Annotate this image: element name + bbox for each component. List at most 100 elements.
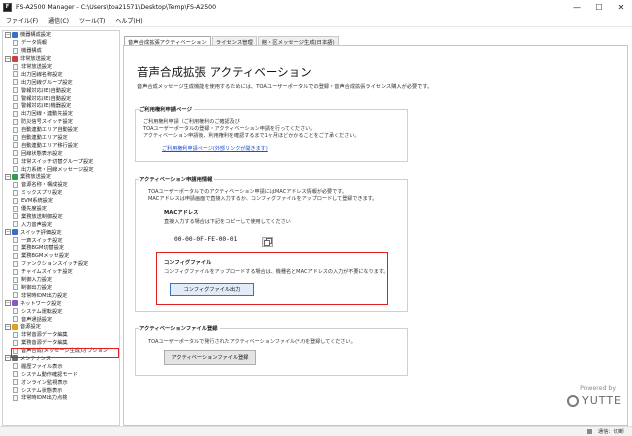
tree-item[interactable]: 機器構成 bbox=[3, 47, 119, 55]
tree-item-label: ネットワーク設定 bbox=[20, 300, 62, 307]
tree-item[interactable]: ファンクションスイッチ設定 bbox=[3, 260, 119, 268]
tree-category[interactable]: − メンテナンス bbox=[3, 355, 119, 363]
page-icon bbox=[13, 134, 18, 141]
page-icon bbox=[13, 118, 18, 125]
tree-item[interactable]: 回線状態表示設定 bbox=[3, 149, 119, 157]
page-icon bbox=[13, 292, 18, 299]
close-button[interactable]: ✕ bbox=[610, 0, 632, 14]
connection-icon bbox=[587, 429, 592, 434]
tree-item-label: ミックスプリ設定 bbox=[21, 190, 63, 197]
tree-item[interactable]: チャイムスイッチ設定 bbox=[3, 268, 119, 276]
tree-item-label: スイッチ評価設定 bbox=[20, 229, 62, 236]
tree-item[interactable]: システム動作確認モード bbox=[3, 370, 119, 378]
tree-item[interactable]: 警報対応(IE)機器設定 bbox=[3, 102, 119, 110]
tree-category[interactable]: − スイッチ評価設定 bbox=[3, 228, 119, 236]
page-icon bbox=[13, 87, 18, 94]
tree-item-label: 一斉スイッチ設定 bbox=[21, 237, 63, 244]
activation-info-heading: アクティベーション申請用情報 bbox=[139, 175, 215, 183]
page-icon bbox=[13, 379, 18, 386]
tree-item[interactable]: EVM系統設定 bbox=[3, 197, 119, 205]
status-bar: 通信：切断 bbox=[0, 426, 632, 436]
tree-item[interactable]: システム状態表示 bbox=[3, 386, 119, 394]
tree-item[interactable]: 非常時IDM出力設定 bbox=[3, 291, 119, 299]
collapse-icon[interactable]: − bbox=[5, 355, 11, 362]
tree-category[interactable]: − 業務放送設定 bbox=[3, 173, 119, 181]
tree-item[interactable]: 非常スイッチ切替グループ設定 bbox=[3, 157, 119, 165]
tree-item-label: 音源設定 bbox=[20, 324, 41, 331]
tree-item[interactable]: 出力回線名称設定 bbox=[3, 70, 119, 78]
export-config-button[interactable]: コンフィグファイル出力 bbox=[170, 283, 254, 296]
tree-item[interactable]: 出力系統・回線メッセージ設定 bbox=[3, 165, 119, 173]
page-icon bbox=[13, 95, 18, 102]
minimize-button[interactable]: — bbox=[566, 0, 588, 14]
page-icon bbox=[13, 387, 18, 394]
tree-item[interactable]: 非常音源データ編集 bbox=[3, 331, 119, 339]
collapse-icon[interactable]: − bbox=[5, 31, 11, 38]
page-icon bbox=[13, 79, 18, 86]
tree-item-label: メンテナンス bbox=[20, 355, 52, 362]
tree-item[interactable]: 優先度設定 bbox=[3, 205, 119, 213]
tree-item[interactable]: 業務音源データ編集 bbox=[3, 339, 119, 347]
tree-item-label: 音源名称・構成設定 bbox=[21, 182, 68, 189]
tree-item-label: 機器構成 bbox=[21, 48, 42, 55]
tree-item[interactable]: 履歴ファイル表示 bbox=[3, 362, 119, 370]
page-icon bbox=[13, 39, 18, 46]
register-activation-button[interactable]: アクティベーションファイル登録 bbox=[164, 350, 256, 365]
menu-communication[interactable]: 通信(C) bbox=[48, 16, 69, 25]
settings-tree[interactable]: − 機器構成設定 データ情報 機器構成 − 非常放送設定 非常放送設定 出力回線名称設定 出力回… bbox=[2, 30, 120, 426]
tree-item[interactable]: ミックスプリ設定 bbox=[3, 189, 119, 197]
tree-item-label: システム運転設定 bbox=[21, 308, 63, 315]
collapse-icon[interactable]: − bbox=[5, 229, 11, 236]
tree-item[interactable]: 音源名称・構成設定 bbox=[3, 181, 119, 189]
category-icon bbox=[12, 229, 18, 236]
page-icon bbox=[13, 276, 18, 283]
copy-mac-button[interactable] bbox=[262, 237, 273, 247]
tree-item-label: 非常放送設定 bbox=[21, 64, 53, 70]
tree-item[interactable]: システム運転設定 bbox=[3, 307, 119, 315]
tree-item[interactable]: データ情報 bbox=[3, 39, 119, 47]
tree-item[interactable]: 自動連動エリア自動設定 bbox=[3, 126, 119, 134]
tree-item[interactable]: 警報対応(IE)自動設定 bbox=[3, 86, 119, 94]
page-icon bbox=[13, 221, 18, 228]
tree-item[interactable]: 業務放送制御設定 bbox=[3, 212, 119, 220]
collapse-icon[interactable]: − bbox=[5, 323, 11, 330]
tree-item[interactable]: 出力回線・連動先設定 bbox=[3, 110, 119, 118]
tree-item[interactable]: 一斉スイッチ設定 bbox=[3, 236, 119, 244]
license-request-link[interactable]: ご利用権利申請ページ(外部リンクが開きます) bbox=[162, 145, 268, 152]
tree-category[interactable]: − ネットワーク設定 bbox=[3, 299, 119, 307]
tree-category[interactable]: − 音源設定 bbox=[3, 323, 119, 331]
tree-item[interactable]: 業務BGMメッセ設定 bbox=[3, 252, 119, 260]
tree-item[interactable]: 防災信号スイッチ設定 bbox=[3, 118, 119, 126]
tree-item-label: データ情報 bbox=[21, 40, 47, 47]
tree-item[interactable]: 制御入力設定 bbox=[3, 276, 119, 284]
menu-tools[interactable]: ツール(T) bbox=[79, 16, 105, 25]
tree-item-label: 業務放送制御設定 bbox=[21, 213, 63, 220]
tree-item[interactable]: 入力音声設定 bbox=[3, 220, 119, 228]
tree-item-label: 非常時IDM出力設定 bbox=[21, 292, 68, 299]
tree-item[interactable]: 出力回線グループ設定 bbox=[3, 78, 119, 86]
category-icon bbox=[12, 323, 18, 330]
tree-item-label: 非常時IDM出力点検 bbox=[21, 395, 68, 402]
tree-item[interactable]: オンライン監視表示 bbox=[3, 378, 119, 386]
menu-help[interactable]: ヘルプ(H) bbox=[115, 16, 142, 25]
tree-item[interactable]: 警報対応(IE)自動設定 bbox=[3, 94, 119, 102]
collapse-icon[interactable]: − bbox=[5, 173, 11, 180]
tree-category[interactable]: − 非常放送設定 bbox=[3, 55, 119, 63]
tree-item[interactable]: 音声通話設定 bbox=[3, 315, 119, 323]
tree-item[interactable]: 非常時IDM出力点検 bbox=[3, 394, 119, 402]
tree-category[interactable]: − 機器構成設定 bbox=[3, 31, 119, 39]
tree-item[interactable]: 非常放送設定 bbox=[3, 63, 119, 71]
yutte-logo-icon bbox=[567, 394, 580, 407]
menu-file[interactable]: ファイル(F) bbox=[6, 16, 38, 25]
mac-address-label: MACアドレス bbox=[164, 208, 201, 216]
maximize-button[interactable]: ☐ bbox=[588, 0, 610, 14]
tree-item[interactable]: 業務BGM切替設定 bbox=[3, 244, 119, 252]
page-icon bbox=[13, 102, 18, 109]
tree-item[interactable]: 自動連動エリア移行設定 bbox=[3, 141, 119, 149]
tree-item[interactable]: 音声合成(メッセージ生成)オプション bbox=[3, 347, 119, 355]
tree-item-label: 業務放送設定 bbox=[20, 174, 52, 181]
tree-item[interactable]: 制御出力設定 bbox=[3, 284, 119, 292]
tree-item[interactable]: 自動連動エリア設定 bbox=[3, 134, 119, 142]
collapse-icon[interactable]: − bbox=[5, 55, 11, 62]
collapse-icon[interactable]: − bbox=[5, 300, 11, 307]
